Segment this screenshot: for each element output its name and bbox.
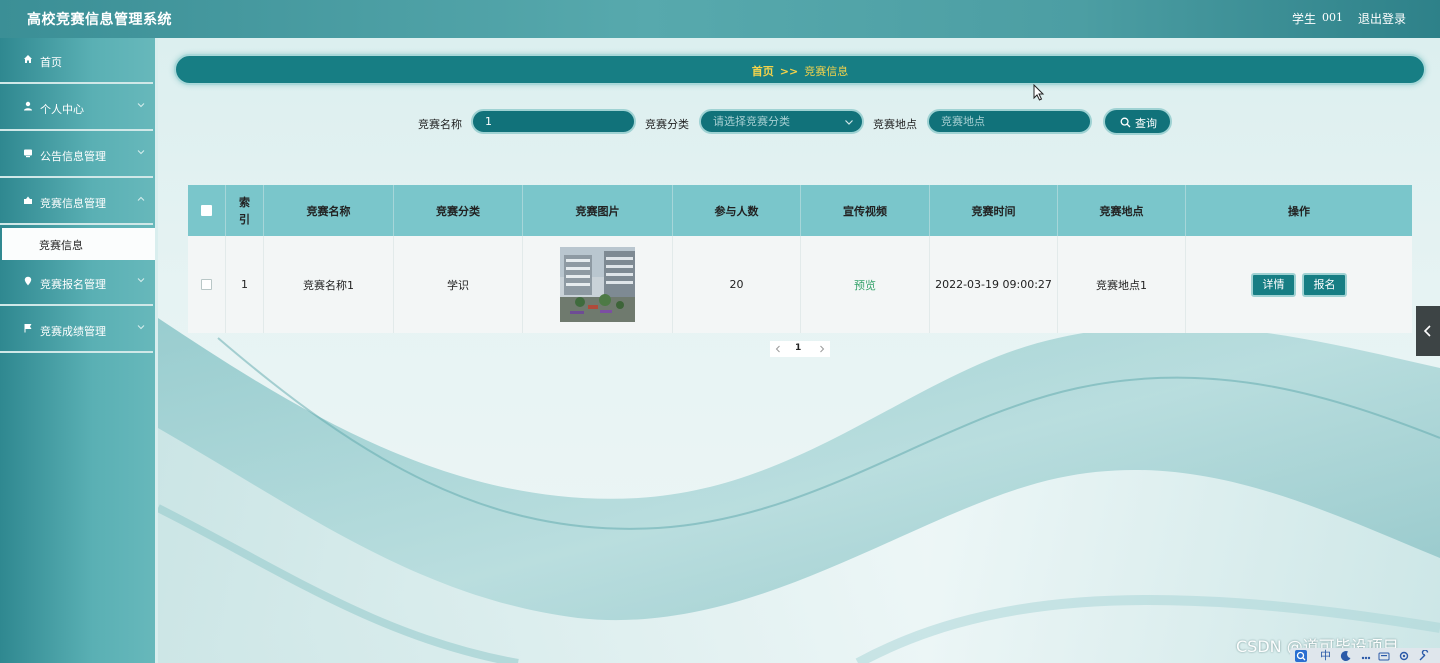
chevron-right-icon[interactable] bbox=[817, 344, 827, 354]
settings-icon[interactable] bbox=[1398, 650, 1410, 662]
chevron-down-icon bbox=[137, 278, 145, 283]
sidebar-item-label: 竞赛信息管理 bbox=[40, 197, 106, 210]
competition-table: 索引 竞赛名称 竞赛分类 竞赛图片 参与人数 宣传视频 竞赛时间 竞赛地点 操作… bbox=[188, 185, 1412, 333]
mouse-cursor-icon bbox=[1033, 84, 1045, 101]
sidebar: 首页 个人中心 公告信息管理 竞赛信息管理 竞赛信息 竞赛报名管理 竞赛成绩管理 bbox=[0, 38, 158, 663]
search-button[interactable]: 查询 bbox=[1103, 108, 1172, 135]
category-select[interactable]: 请选择竞赛分类 bbox=[699, 109, 864, 134]
sidebar-item-label: 个人中心 bbox=[40, 103, 84, 116]
moon-icon[interactable] bbox=[1340, 650, 1352, 662]
row-participants: 20 bbox=[673, 236, 801, 333]
location-pin-icon bbox=[24, 276, 32, 286]
sidebar-subitem-label: 竞赛信息 bbox=[39, 239, 83, 252]
chevron-down-icon bbox=[137, 150, 145, 155]
column-header-video: 宣传视频 bbox=[801, 185, 930, 236]
column-header-participants: 参与人数 bbox=[673, 185, 801, 236]
competition-thumbnail-image bbox=[560, 247, 635, 322]
chevron-left-icon[interactable] bbox=[773, 344, 783, 354]
sidebar-item-profile[interactable]: 个人中心 bbox=[0, 85, 153, 131]
pagination: 1 bbox=[770, 341, 830, 357]
location-label: 竞赛地点 bbox=[873, 118, 917, 131]
chevron-down-icon bbox=[137, 325, 145, 330]
row-name: 竞赛名称1 bbox=[264, 236, 394, 333]
search-icon bbox=[1120, 117, 1131, 128]
sidebar-item-signup[interactable]: 竞赛报名管理 bbox=[0, 260, 153, 306]
column-header-category: 竞赛分类 bbox=[394, 185, 523, 236]
page-number[interactable]: 1 bbox=[795, 343, 801, 353]
column-header-location: 竞赛地点 bbox=[1058, 185, 1186, 236]
ime-toolbar: 中 bbox=[1290, 648, 1440, 663]
sidebar-item-competition[interactable]: 竞赛信息管理 bbox=[0, 179, 153, 225]
table-row: 1 竞赛名称1 学识 20 预览 2022-03-19 09:00:27 竞赛地… bbox=[188, 236, 1412, 333]
breadcrumb-current: 竞赛信息 bbox=[804, 65, 849, 78]
chevron-down-icon bbox=[845, 120, 853, 125]
sidebar-subitem-competition-info[interactable]: 竞赛信息 bbox=[2, 228, 155, 260]
row-category: 学识 bbox=[394, 236, 523, 333]
row-location: 竞赛地点1 bbox=[1058, 236, 1186, 333]
sidebar-item-label: 公告信息管理 bbox=[40, 150, 106, 163]
input-mode-indicator[interactable]: 中 bbox=[1320, 649, 1331, 662]
chevron-up-icon bbox=[137, 196, 145, 201]
signup-button[interactable]: 报名 bbox=[1302, 272, 1347, 297]
user-icon bbox=[24, 101, 32, 111]
user-id: 001 bbox=[1322, 11, 1343, 24]
select-all-checkbox[interactable] bbox=[201, 205, 212, 216]
competition-icon bbox=[24, 196, 32, 204]
wrench-icon[interactable] bbox=[1418, 650, 1430, 662]
category-select-placeholder: 请选择竞赛分类 bbox=[713, 115, 790, 128]
column-header-time: 竞赛时间 bbox=[930, 185, 1058, 236]
column-header-actions: 操作 bbox=[1288, 204, 1310, 218]
app-title: 高校竞赛信息管理系统 bbox=[27, 12, 172, 28]
breadcrumb: 首页 >> 竞赛信息 bbox=[174, 54, 1426, 85]
chevron-left-icon bbox=[1423, 325, 1431, 337]
keyboard-icon[interactable] bbox=[1378, 650, 1390, 662]
location-input[interactable]: 竞赛地点 bbox=[927, 109, 1092, 134]
sidebar-item-notice[interactable]: 公告信息管理 bbox=[0, 132, 153, 178]
row-time: 2022-03-19 09:00:27 bbox=[930, 236, 1058, 333]
search-icon[interactable] bbox=[1295, 650, 1307, 662]
punctuation-icon[interactable] bbox=[1360, 650, 1372, 662]
chevron-down-icon bbox=[137, 103, 145, 108]
row-checkbox[interactable] bbox=[201, 279, 212, 290]
column-header-image: 竞赛图片 bbox=[523, 185, 673, 236]
competition-name-input[interactable]: 1 bbox=[471, 109, 636, 134]
sidebar-item-label: 首页 bbox=[40, 56, 62, 69]
breadcrumb-home[interactable]: 首页 bbox=[752, 65, 774, 78]
competition-name-label: 竞赛名称 bbox=[418, 118, 462, 131]
video-preview-link[interactable]: 预览 bbox=[854, 277, 876, 293]
logout-link[interactable]: 退出登录 bbox=[1358, 10, 1406, 27]
column-header-name: 竞赛名称 bbox=[264, 185, 394, 236]
top-header: 高校竞赛信息管理系统 学生 001 退出登录 bbox=[0, 0, 1440, 38]
sidebar-item-home[interactable]: 首页 bbox=[0, 38, 153, 84]
sidebar-item-label: 竞赛成绩管理 bbox=[40, 325, 106, 338]
column-header-index: 索引 bbox=[239, 195, 250, 226]
flag-icon bbox=[24, 324, 32, 333]
table-header-row: 索引 竞赛名称 竞赛分类 竞赛图片 参与人数 宣传视频 竞赛时间 竞赛地点 操作 bbox=[188, 185, 1412, 236]
detail-button[interactable]: 详情 bbox=[1251, 272, 1296, 297]
category-label: 竞赛分类 bbox=[645, 118, 689, 131]
home-icon bbox=[24, 55, 32, 63]
sidebar-item-scores[interactable]: 竞赛成绩管理 bbox=[0, 307, 153, 353]
main-content: 首页 >> 竞赛信息 竞赛名称 1 竞赛分类 请选择竞赛分类 竞赛地点 竞赛地点 查… bbox=[158, 38, 1440, 663]
user-role: 学生 bbox=[1292, 12, 1317, 26]
side-panel-toggle[interactable] bbox=[1416, 306, 1440, 356]
row-index: 1 bbox=[226, 236, 264, 333]
breadcrumb-separator: >> bbox=[779, 65, 799, 78]
sidebar-item-label: 竞赛报名管理 bbox=[40, 278, 106, 291]
search-button-label: 查询 bbox=[1135, 117, 1157, 130]
notice-icon bbox=[24, 149, 32, 158]
